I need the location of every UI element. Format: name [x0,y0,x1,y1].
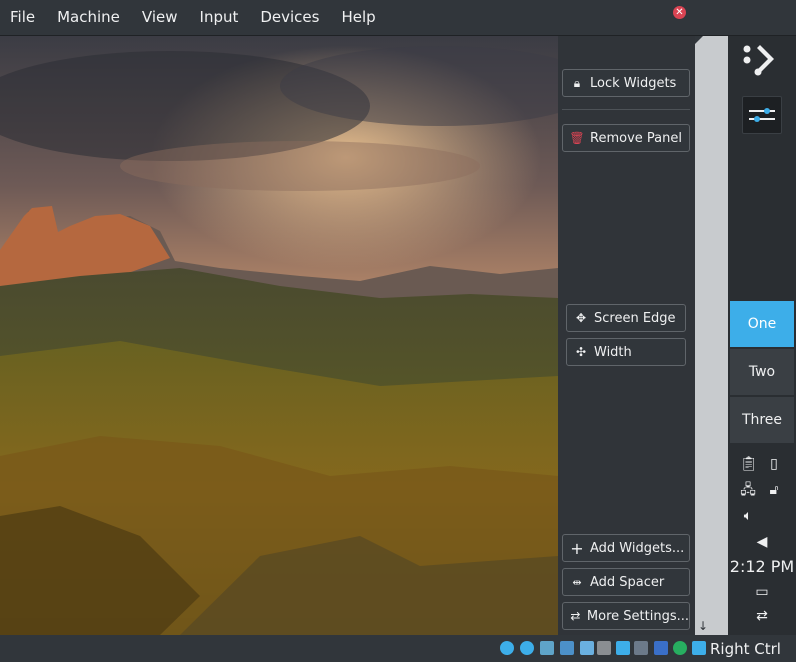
host-key-label: Right Ctrl [710,640,781,658]
clipboard-icon[interactable]: 📋︎ [740,456,758,472]
add-widgets-label: Add Widgets... [590,540,685,556]
close-icon[interactable]: ✕ [673,6,686,19]
move-icon: ✥ [575,311,587,325]
separator [562,109,690,110]
spacer-icon: ⇹ [572,575,582,589]
screen-edge-button[interactable]: ✥ Screen Edge [566,304,686,332]
trash-icon: 🗑︎ [569,131,585,145]
lock-widgets-label: Lock Widgets [590,75,677,91]
usb-device-icon[interactable]: ▯ [766,456,782,472]
optical-drive-icon[interactable] [520,641,534,655]
ruler-corner [695,36,703,44]
pager-desktop-two[interactable]: Two [730,349,794,395]
remove-panel-label: Remove Panel [590,130,682,146]
video-capture-icon[interactable] [634,641,648,655]
menu-view[interactable]: View [131,0,189,35]
network-adapter-icon[interactable] [560,641,574,655]
sliders-icon: ⇄ [570,609,581,623]
pager-desktop-three[interactable]: Three [730,397,794,443]
shared-folders-icon[interactable] [597,641,611,655]
expand-tray-icon[interactable]: ◀ [754,534,770,550]
menu-help[interactable]: Help [330,0,386,35]
menu-input[interactable]: Input [189,0,250,35]
vault-icon[interactable]: 🔓︎ [766,482,782,498]
mouse-integration-icon[interactable] [692,641,706,655]
menu-file[interactable]: File [0,0,46,35]
digital-clock[interactable]: 2:12 PM [728,557,796,576]
sliders-icon [749,108,775,122]
panel-options-icon[interactable]: ⇄ [754,608,770,624]
resize-icon: ✣ [575,345,587,359]
audio-icon[interactable] [540,641,554,655]
lock-widgets-button[interactable]: 🔒︎ Lock Widgets [562,69,690,97]
application-launcher-icon[interactable] [740,40,780,80]
hard-disk-icon[interactable] [500,641,514,655]
panel-ruler[interactable] [695,36,728,635]
width-label: Width [594,344,632,360]
desktop-wallpaper [0,36,558,635]
guest-additions-icon[interactable] [673,641,687,655]
add-spacer-button[interactable]: ⇹ Add Spacer [562,568,690,596]
network-icon[interactable]: 🖧︎ [740,482,756,498]
width-button[interactable]: ✣ Width [566,338,686,366]
lock-icon: 🔒︎ [573,75,581,90]
panel-settings-tool[interactable] [742,96,782,134]
remove-panel-button[interactable]: 🗑︎ Remove Panel [562,124,690,152]
add-spacer-label: Add Spacer [590,574,665,590]
volume-icon[interactable]: 🔈︎ [740,508,756,524]
more-settings-button[interactable]: ⇄ More Settings... [562,602,690,630]
menu-machine[interactable]: Machine [46,0,131,35]
pager-desktop-one[interactable]: One [730,301,794,347]
show-desktop-icon[interactable]: ▭ [754,584,770,600]
screen-edge-label: Screen Edge [594,310,676,326]
plus-icon: + [570,538,584,558]
menu-devices[interactable]: Devices [249,0,330,35]
ruler-handle-icon[interactable]: ↓ [698,620,710,632]
virtualization-icon[interactable] [654,641,668,655]
add-widgets-button[interactable]: + Add Widgets... [562,534,690,562]
usb-icon[interactable] [580,641,594,655]
more-settings-label: More Settings... [586,608,689,624]
display-icon[interactable] [616,641,630,655]
